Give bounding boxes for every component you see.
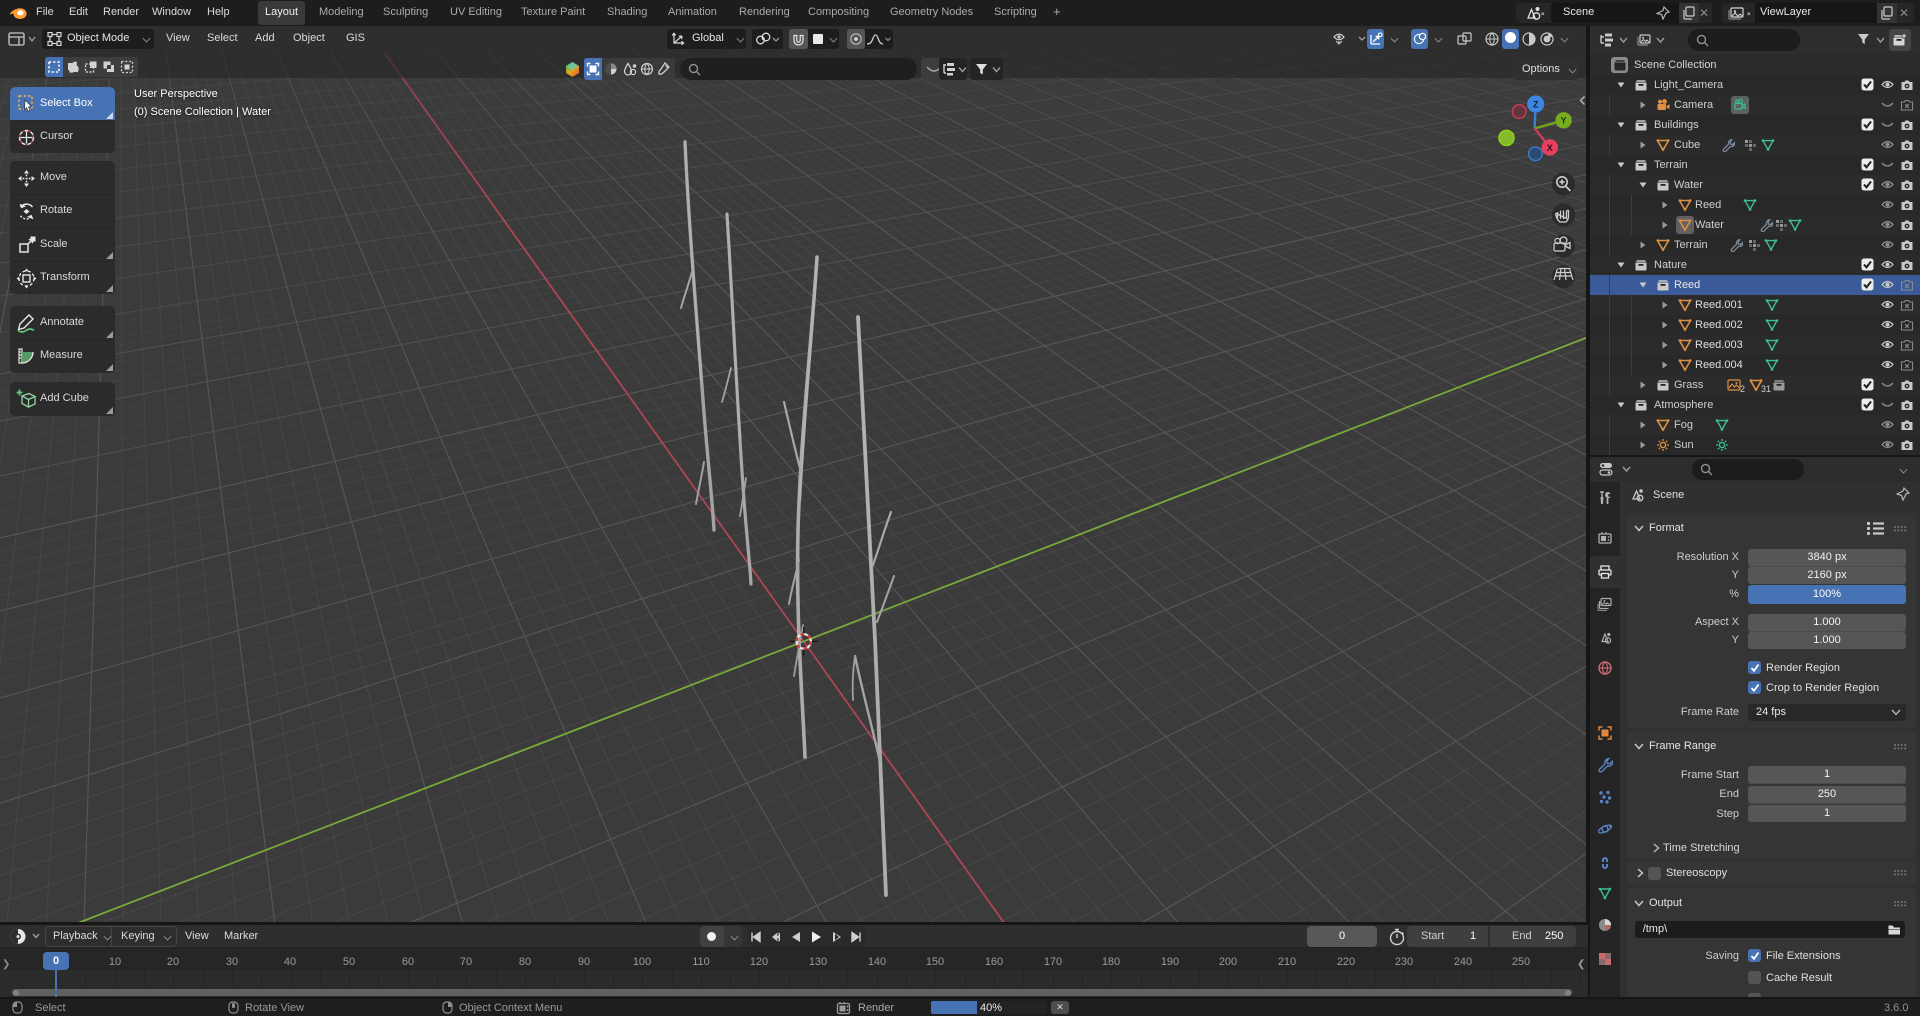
svg-text:X: X	[1547, 143, 1553, 153]
svg-text:Z: Z	[1533, 99, 1539, 109]
svg-text:Y: Y	[1561, 116, 1567, 126]
